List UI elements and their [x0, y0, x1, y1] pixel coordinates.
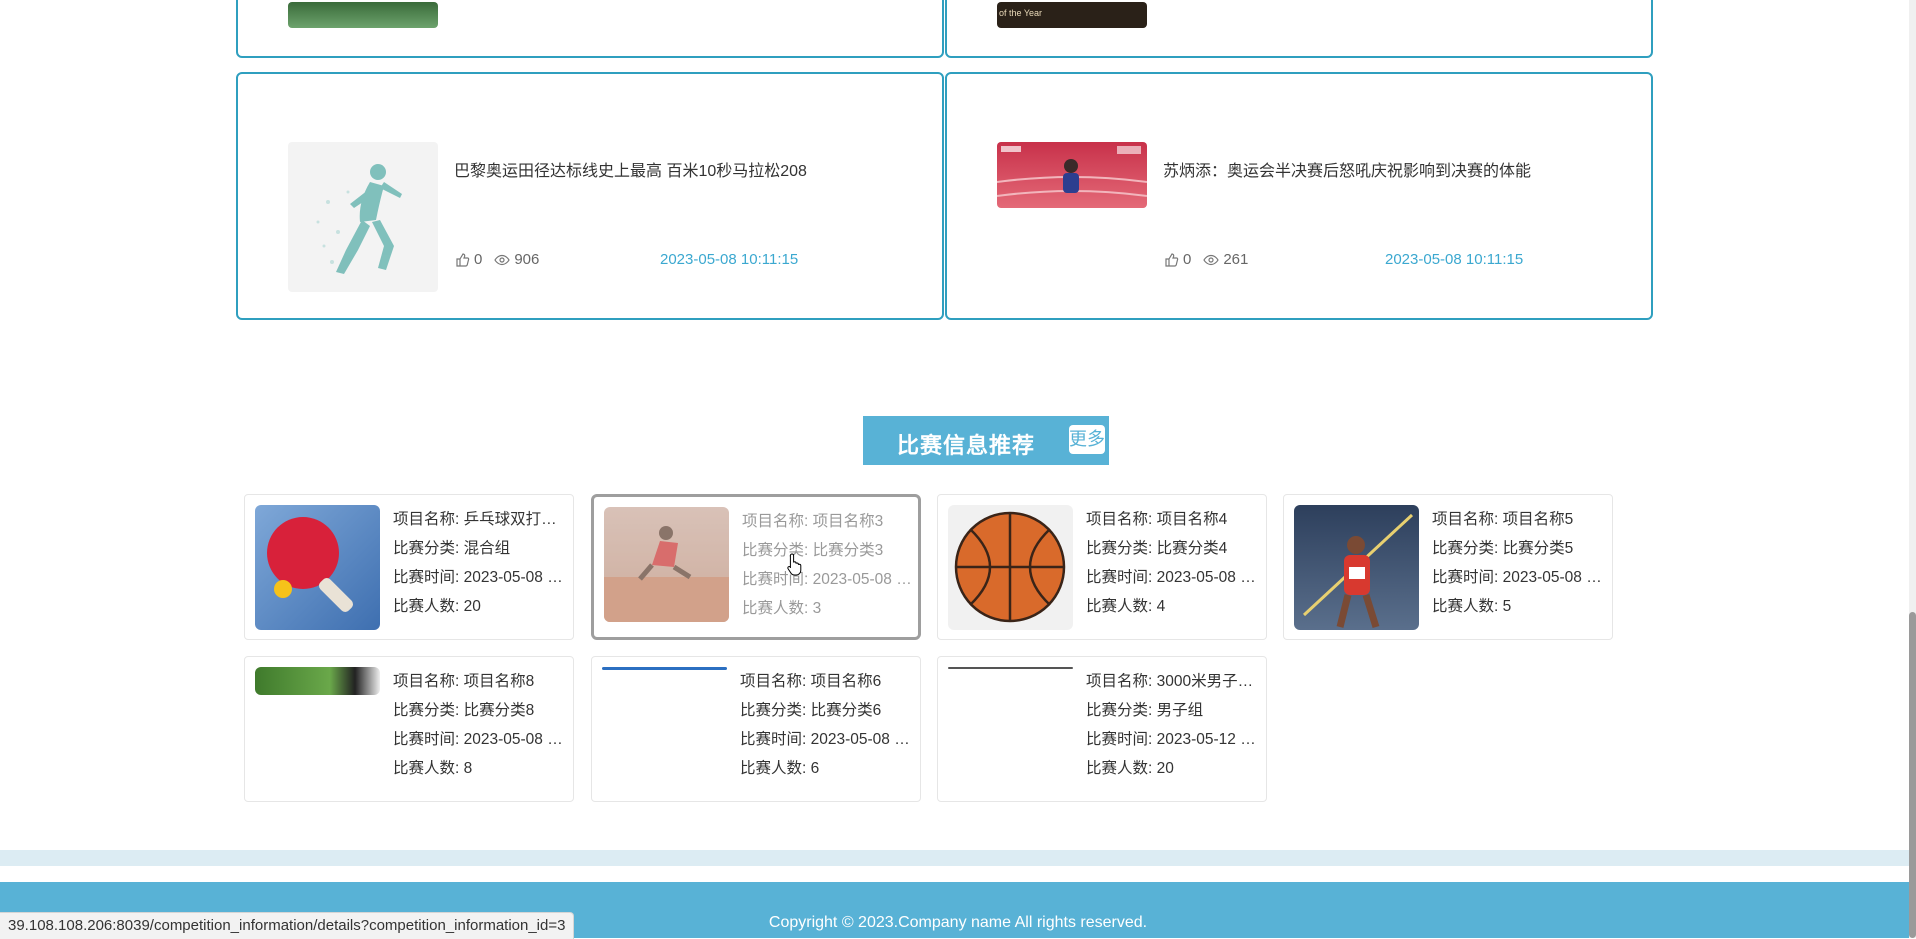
news-thumbnail: of the Year — [997, 2, 1147, 28]
eye-icon — [494, 254, 511, 265]
competition-count: 比赛人数: 3 — [742, 600, 822, 617]
thumbs-up-icon[interactable] — [1163, 252, 1179, 268]
competition-count: 比赛人数: 4 — [1086, 598, 1166, 615]
competition-count: 比赛人数: 20 — [393, 598, 481, 615]
competition-time: 比赛时间: 2023-05-08 10:11:15 — [740, 731, 918, 748]
competition-thumbnail — [948, 505, 1073, 630]
competition-category: 比赛分类: 比赛分类3 — [742, 542, 884, 559]
competition-info: 项目名称: 项目名称5 比赛分类: 比赛分类5 比赛时间: 2023-05-08… — [1432, 505, 1610, 621]
competition-name: 项目名称: 项目名称4 — [1086, 511, 1228, 528]
section-title: 比赛信息推荐 — [897, 433, 1036, 458]
competition-name: 项目名称: 3000米男子长跑 — [1086, 673, 1264, 690]
competition-category: 比赛分类: 比赛分类5 — [1432, 540, 1574, 557]
competition-time: 比赛时间: 2023-05-08 10:11:15 — [393, 731, 571, 748]
competition-card[interactable]: 项目名称: 3000米男子长跑 比赛分类: 男子组 比赛时间: 2023-05-… — [937, 656, 1267, 802]
competition-time: 比赛时间: 2023-05-12 00:00:00 — [1086, 731, 1264, 748]
sprinter-image — [997, 146, 1147, 197]
competition-count: 比赛人数: 8 — [393, 760, 473, 777]
news-date: 2023-05-08 10:11:15 — [660, 251, 799, 268]
competition-card[interactable]: 项目名称: 项目名称6 比赛分类: 比赛分类6 比赛时间: 2023-05-08… — [591, 656, 921, 802]
competition-info: 项目名称: 项目名称4 比赛分类: 比赛分类4 比赛时间: 2023-05-08… — [1086, 505, 1264, 621]
competition-thumbnail — [948, 667, 1073, 669]
runner-image — [316, 164, 402, 274]
news-title[interactable]: 苏炳添：奥运会半决赛后怒吼庆祝影响到决赛的体能 — [1163, 157, 1531, 181]
view-count: 261 — [1223, 251, 1249, 268]
competition-info: 项目名称: 项目名称6 比赛分类: 比赛分类6 比赛时间: 2023-05-08… — [740, 667, 918, 783]
competition-info: 项目名称: 项目名称8 比赛分类: 比赛分类8 比赛时间: 2023-05-08… — [393, 667, 571, 783]
competition-category: 比赛分类: 混合组 — [393, 540, 511, 557]
news-thumbnail — [997, 142, 1147, 208]
competition-thumbnail — [255, 667, 380, 695]
competition-card[interactable]: 项目名称: 项目名称3 比赛分类: 比赛分类3 比赛时间: 2023-05-08… — [591, 494, 921, 640]
page-scrollbar[interactable] — [1909, 0, 1916, 938]
news-meta: 0 261 — [1163, 251, 1260, 268]
news-date: 2023-05-08 10:11:15 — [1385, 251, 1524, 268]
news-card[interactable]: of the Year — [945, 0, 1653, 58]
competition-card[interactable]: 项目名称: 项目名称4 比赛分类: 比赛分类4 比赛时间: 2023-05-08… — [937, 494, 1267, 640]
competition-category: 比赛分类: 男子组 — [1086, 702, 1204, 719]
hand-cursor-icon — [787, 553, 802, 576]
status-bar-url: 39.108.108.206:8039/competition_informat… — [0, 912, 575, 939]
news-card[interactable]: 苏炳添：奥运会半决赛后怒吼庆祝影响到决赛的体能 0 261 2023-05-08… — [945, 72, 1653, 320]
news-meta: 0 906 — [454, 251, 551, 268]
view-count: 906 — [514, 251, 540, 268]
news-title[interactable]: 巴黎奥运田径达标线史上最高 百米10秒马拉松208 — [454, 157, 807, 181]
competition-category: 比赛分类: 比赛分类8 — [393, 702, 535, 719]
competition-thumbnail — [604, 507, 729, 622]
like-count: 0 — [474, 251, 483, 268]
javelin-image — [1302, 513, 1414, 629]
like-count: 0 — [1183, 251, 1192, 268]
competition-card[interactable]: 项目名称: 项目名称5 比赛分类: 比赛分类5 比赛时间: 2023-05-08… — [1283, 494, 1613, 640]
more-button[interactable]: 更多 — [1069, 425, 1105, 454]
competition-card[interactable]: 项目名称: 乒乓球双打比赛 比赛分类: 混合组 比赛时间: 2023-05-08… — [244, 494, 574, 640]
competition-name: 项目名称: 项目名称3 — [742, 513, 884, 530]
basketball-image — [954, 511, 1066, 623]
long-jump-image — [604, 526, 729, 622]
competition-card[interactable]: 项目名称: 项目名称8 比赛分类: 比赛分类8 比赛时间: 2023-05-08… — [244, 656, 574, 802]
competition-time: 比赛时间: 2023-05-08 10:11:15 — [1432, 569, 1610, 586]
footer-divider — [0, 850, 1916, 866]
competition-name: 项目名称: 乒乓球双打比赛 — [393, 511, 571, 528]
table-tennis-image — [267, 517, 354, 613]
competition-info: 项目名称: 乒乓球双打比赛 比赛分类: 混合组 比赛时间: 2023-05-08… — [393, 505, 571, 621]
competition-name: 项目名称: 项目名称5 — [1432, 511, 1574, 528]
competition-category: 比赛分类: 比赛分类4 — [1086, 540, 1228, 557]
news-card[interactable] — [236, 0, 944, 58]
news-card[interactable]: 巴黎奥运田径达标线史上最高 百米10秒马拉松208 0 906 2023-05-… — [236, 72, 944, 320]
competition-count: 比赛人数: 5 — [1432, 598, 1512, 615]
competition-name: 项目名称: 项目名称6 — [740, 673, 882, 690]
competition-time: 比赛时间: 2023-05-08 10:11:15 — [393, 569, 571, 586]
competition-info: 项目名称: 项目名称3 比赛分类: 比赛分类3 比赛时间: 2023-05-08… — [742, 507, 920, 623]
thumbnail-caption: of the Year — [999, 8, 1043, 18]
competition-name: 项目名称: 项目名称8 — [393, 673, 535, 690]
scrollbar-thumb[interactable] — [1909, 612, 1916, 938]
news-thumbnail — [288, 2, 438, 28]
competition-thumbnail — [255, 505, 380, 630]
competition-time: 比赛时间: 2023-05-08 10:11:15 — [1086, 569, 1264, 586]
competition-thumbnail — [602, 667, 727, 670]
section-header: 比赛信息推荐 更多 — [863, 416, 1109, 465]
competition-category: 比赛分类: 比赛分类6 — [740, 702, 882, 719]
eye-icon — [1203, 254, 1220, 265]
competition-count: 比赛人数: 6 — [740, 760, 820, 777]
thumbs-up-icon[interactable] — [454, 252, 470, 268]
competition-time: 比赛时间: 2023-05-08 10:11:15 — [742, 571, 920, 588]
news-thumbnail — [288, 142, 438, 292]
competition-thumbnail — [1294, 505, 1419, 630]
competition-count: 比赛人数: 20 — [1086, 760, 1174, 777]
competition-info: 项目名称: 3000米男子长跑 比赛分类: 男子组 比赛时间: 2023-05-… — [1086, 667, 1264, 783]
